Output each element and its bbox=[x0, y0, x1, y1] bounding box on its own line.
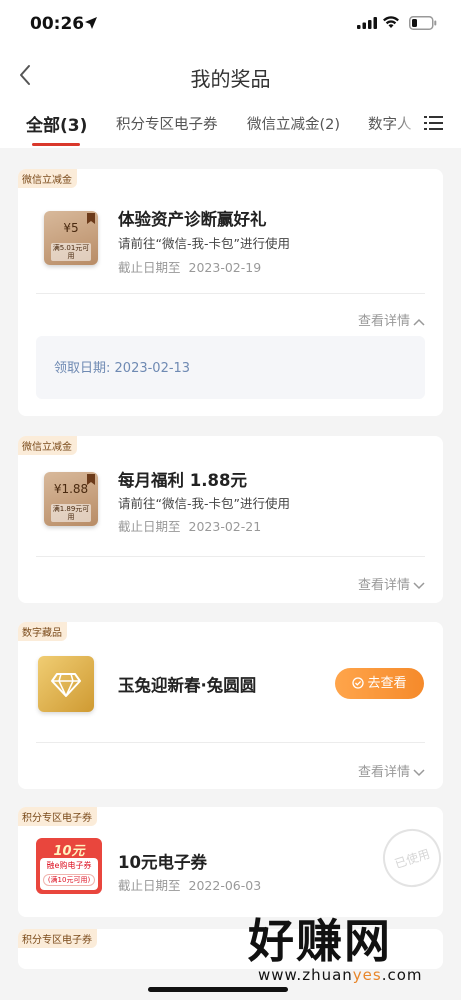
prize-type-tag: 微信立减金 bbox=[18, 436, 77, 455]
prize-card: 数字藏品 玉兔迎新春·兔圆圆 去查看 查看详情 bbox=[18, 622, 443, 789]
prize-instruction: 请前往“微信-我-卡包”进行使用 bbox=[118, 236, 290, 251]
active-tab-indicator bbox=[32, 143, 80, 146]
prize-title: 每月福利 1.88元 bbox=[118, 471, 247, 490]
claim-date: 领取日期: 2023-02-13 bbox=[54, 357, 190, 376]
tab-fade bbox=[395, 100, 423, 148]
home-indicator bbox=[148, 987, 288, 992]
expiry-date: 2023-02-19 bbox=[188, 260, 262, 275]
digital-collectible-thumbnail bbox=[38, 656, 94, 712]
tab-points-coupons[interactable]: 积分专区电子券 bbox=[116, 113, 218, 134]
prize-expiry: 截止日期至 2023-02-19 bbox=[118, 257, 261, 276]
page-title: 我的奖品 bbox=[190, 67, 271, 91]
claim-info-panel: 领取日期: 2023-02-13 bbox=[36, 336, 425, 399]
chevron-up-icon bbox=[413, 318, 425, 326]
prize-type-tag: 积分专区电子券 bbox=[18, 807, 97, 826]
prize-card: 积分专区电子券 10元 融e购电子券 (满10元可用) 10元电子券 截止日期至… bbox=[18, 807, 449, 917]
voucher-condition: 满5.01元可用 bbox=[51, 243, 91, 261]
voucher-thumbnail: ¥1.88 满1.89元可用 bbox=[44, 472, 98, 526]
prize-title: 体验资产诊断赢好礼 bbox=[118, 210, 267, 229]
coupon-inner: 融e购电子券 (满10元可用) bbox=[40, 858, 98, 890]
view-details-label: 查看详情 bbox=[357, 578, 410, 593]
tab-all[interactable]: 全部(3) bbox=[26, 111, 87, 136]
wifi-icon bbox=[383, 16, 399, 28]
status-time: 00:26 bbox=[30, 14, 85, 34]
expiry-date: 2023-02-21 bbox=[188, 519, 262, 534]
go-view-label: 去查看 bbox=[367, 676, 407, 691]
prize-card: 微信立减金 ¥5 满5.01元可用 体验资产诊断赢好礼 请前往“微信-我-卡包”… bbox=[18, 169, 443, 416]
watermark-url-suffix: .com bbox=[381, 966, 423, 984]
list-menu-icon[interactable] bbox=[424, 114, 444, 132]
location-arrow-icon bbox=[85, 17, 97, 29]
check-circle-icon bbox=[352, 677, 365, 689]
watermark-url-highlight: yes bbox=[352, 966, 382, 984]
view-details-label: 查看详情 bbox=[357, 765, 410, 780]
prize-title: 玉兔迎新春·兔圆圆 bbox=[118, 676, 257, 695]
view-details-button[interactable]: 查看详情 bbox=[358, 310, 425, 329]
tab-wechat-discount[interactable]: 微信立减金(2) bbox=[247, 113, 340, 134]
watermark-logo: 好赚网 bbox=[248, 914, 392, 968]
divider bbox=[36, 556, 425, 557]
chevron-down-icon bbox=[413, 581, 425, 589]
expiry-date: 2022-06-03 bbox=[188, 878, 262, 893]
claim-label: 领取日期: bbox=[54, 361, 111, 376]
battery-icon bbox=[409, 16, 437, 30]
view-details-label: 查看详情 bbox=[357, 314, 410, 329]
prize-title: 10元电子券 bbox=[118, 853, 207, 872]
nav-bar: 我的奖品 bbox=[0, 50, 461, 100]
prize-type-tag: 数字藏品 bbox=[18, 622, 67, 641]
coupon-name: 融e购电子券 bbox=[46, 861, 92, 870]
claim-date-value: 2023-02-13 bbox=[114, 361, 191, 376]
divider bbox=[36, 742, 425, 743]
expiry-label: 截止日期至 bbox=[118, 260, 181, 275]
used-stamp-label: 已使用 bbox=[393, 846, 432, 872]
expiry-label: 截止日期至 bbox=[118, 878, 181, 893]
go-view-button[interactable]: 去查看 bbox=[335, 668, 424, 699]
prize-type-tag: 微信立减金 bbox=[18, 169, 77, 188]
watermark-url-prefix: www.zhuan bbox=[258, 966, 353, 984]
voucher-condition: 满1.89元可用 bbox=[51, 504, 91, 522]
view-details-button[interactable]: 查看详情 bbox=[358, 574, 425, 593]
prize-card: 微信立减金 ¥1.88 满1.89元可用 每月福利 1.88元 请前往“微信-我… bbox=[18, 436, 443, 603]
prize-instruction: 请前往“微信-我-卡包”进行使用 bbox=[118, 496, 290, 511]
voucher-amount: ¥5 bbox=[63, 221, 79, 235]
divider bbox=[36, 293, 425, 294]
coupon-condition: (满10元可用) bbox=[43, 874, 95, 886]
tab-bar: 全部(3) 积分专区电子券 微信立减金(2) 数字人 bbox=[0, 100, 461, 148]
coupon-thumbnail: 10元 融e购电子券 (满10元可用) bbox=[36, 838, 102, 894]
coupon-amount: 10元 bbox=[53, 844, 85, 859]
voucher-amount: ¥1.88 bbox=[53, 482, 89, 496]
cellular-signal-icon bbox=[357, 17, 377, 29]
view-details-button[interactable]: 查看详情 bbox=[358, 761, 425, 780]
status-bar: 00:26 bbox=[0, 0, 461, 50]
prize-expiry: 截止日期至 2023-02-21 bbox=[118, 516, 261, 535]
expiry-label: 截止日期至 bbox=[118, 519, 181, 534]
used-stamp: 已使用 bbox=[375, 821, 449, 895]
prize-type-tag: 积分专区电子券 bbox=[18, 929, 97, 948]
watermark-url: www.zhuanyes.com bbox=[258, 966, 423, 984]
chevron-down-icon bbox=[413, 768, 425, 776]
prize-expiry: 截止日期至 2022-06-03 bbox=[118, 875, 261, 894]
voucher-thumbnail: ¥5 满5.01元可用 bbox=[44, 211, 98, 265]
diamond-icon bbox=[51, 673, 81, 697]
